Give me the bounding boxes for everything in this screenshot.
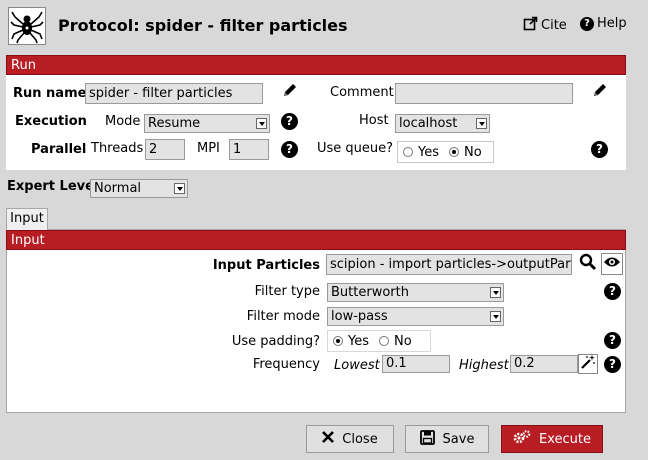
pencil-icon: [592, 82, 608, 102]
filter-type-help-button[interactable]: ?: [604, 283, 621, 300]
highest-label: Highest: [459, 358, 509, 373]
host-select[interactable]: localhost: [395, 114, 490, 133]
close-button[interactable]: Close: [306, 425, 394, 453]
frequency-help-button[interactable]: ?: [604, 356, 621, 373]
close-x-icon: [322, 431, 335, 447]
input-particles-field[interactable]: scipion - import particles->outputPartic…: [326, 254, 572, 275]
comment-field[interactable]: [395, 83, 573, 104]
use-padding-label: Use padding?: [231, 334, 320, 349]
use-padding-help-button[interactable]: ?: [604, 332, 621, 349]
padding-yes-radio[interactable]: Yes: [328, 334, 374, 349]
padding-no-radio[interactable]: No: [374, 334, 417, 349]
tab-input-label: Input: [10, 211, 44, 226]
cite-link[interactable]: Cite: [523, 16, 567, 35]
gears-icon: [513, 430, 531, 448]
edit-run-name-button[interactable]: [279, 81, 301, 103]
chevron-down-icon: [256, 118, 267, 129]
lowest-field[interactable]: 0.1: [382, 355, 450, 373]
queue-no-label: No: [464, 144, 482, 160]
view-button[interactable]: [601, 253, 623, 275]
help-link[interactable]: ? Help: [580, 16, 627, 31]
host-label: Host: [359, 113, 389, 128]
radio-icon: [403, 147, 413, 157]
filter-type-value: Butterworth: [331, 285, 409, 300]
chevron-down-icon: [476, 118, 487, 129]
question-icon: ?: [580, 16, 594, 31]
queue-yes-label: Yes: [418, 144, 439, 160]
help-label: Help: [597, 16, 627, 31]
run-section-title: Run: [6, 55, 626, 75]
close-label: Close: [342, 431, 378, 447]
page-title: Protocol: spider - filter particles: [58, 16, 348, 35]
frequency-label: Frequency: [252, 357, 320, 372]
save-button[interactable]: Save: [405, 425, 489, 453]
use-padding-radio-group: Yes No: [327, 330, 431, 352]
filter-mode-label: Filter mode: [246, 309, 320, 324]
chevron-down-icon: [174, 183, 185, 194]
chevron-down-icon: [490, 311, 501, 322]
comment-label: Comment: [330, 85, 394, 100]
edit-comment-button[interactable]: [589, 81, 611, 103]
highest-field[interactable]: 0.2: [510, 355, 578, 373]
execution-label: Execution: [15, 114, 87, 129]
padding-yes-label: Yes: [348, 333, 369, 349]
chevron-down-icon: [490, 287, 501, 298]
expert-level-value: Normal: [94, 181, 142, 196]
filter-type-select[interactable]: Butterworth: [327, 283, 504, 302]
spider-logo-icon: [8, 7, 46, 45]
search-icon: [579, 253, 597, 275]
threads-label: Threads: [91, 141, 144, 156]
mode-value: Resume: [148, 116, 201, 131]
external-link-icon: [523, 16, 538, 35]
lowest-label: Lowest: [334, 358, 380, 373]
parallel-help-button[interactable]: ?: [281, 141, 298, 158]
execute-label: Execute: [539, 431, 591, 447]
threads-field[interactable]: 2: [145, 139, 185, 160]
radio-selected-icon: [333, 336, 343, 346]
queue-yes-radio[interactable]: Yes: [398, 145, 444, 160]
pencil-icon: [282, 82, 298, 102]
wizard-button[interactable]: [578, 354, 598, 374]
mode-help-button[interactable]: ?: [281, 113, 298, 130]
input-particles-label: Input Particles: [212, 258, 320, 273]
run-name-label: Run name: [13, 86, 87, 101]
cite-label: Cite: [541, 18, 567, 33]
padding-no-label: No: [394, 333, 412, 349]
radio-selected-icon: [449, 147, 459, 157]
host-value: localhost: [399, 116, 458, 131]
search-button[interactable]: [577, 253, 599, 275]
mode-select[interactable]: Resume: [144, 114, 270, 133]
run-panel: Run name spider - filter particles Comme…: [6, 75, 626, 170]
mpi-label: MPI: [197, 141, 220, 156]
use-queue-label: Use queue?: [317, 141, 394, 156]
run-name-field[interactable]: spider - filter particles: [85, 83, 263, 104]
expert-level-select[interactable]: Normal: [90, 179, 188, 198]
save-label: Save: [442, 431, 475, 447]
queue-help-button[interactable]: ?: [591, 141, 608, 158]
magic-wand-icon: [580, 354, 596, 374]
mpi-field[interactable]: 1: [229, 139, 269, 160]
eye-icon: [603, 255, 621, 273]
use-queue-radio-group: Yes No: [397, 141, 494, 163]
execute-button[interactable]: Execute: [501, 425, 603, 453]
input-section-title: Input: [6, 230, 626, 250]
filter-mode-select[interactable]: low-pass: [327, 307, 504, 326]
queue-no-radio[interactable]: No: [444, 145, 487, 160]
filter-type-label: Filter type: [254, 284, 320, 299]
header: Protocol: spider - filter particles Cite…: [0, 0, 648, 54]
mode-label: Mode: [105, 114, 141, 129]
filter-mode-value: low-pass: [331, 309, 388, 324]
parallel-label: Parallel: [31, 142, 87, 157]
input-panel: Input Particles scipion - import particl…: [6, 250, 626, 413]
tab-input[interactable]: Input: [6, 208, 48, 230]
expert-level-label: Expert Level: [7, 179, 99, 194]
radio-icon: [379, 336, 389, 346]
save-disk-icon: [419, 429, 435, 449]
